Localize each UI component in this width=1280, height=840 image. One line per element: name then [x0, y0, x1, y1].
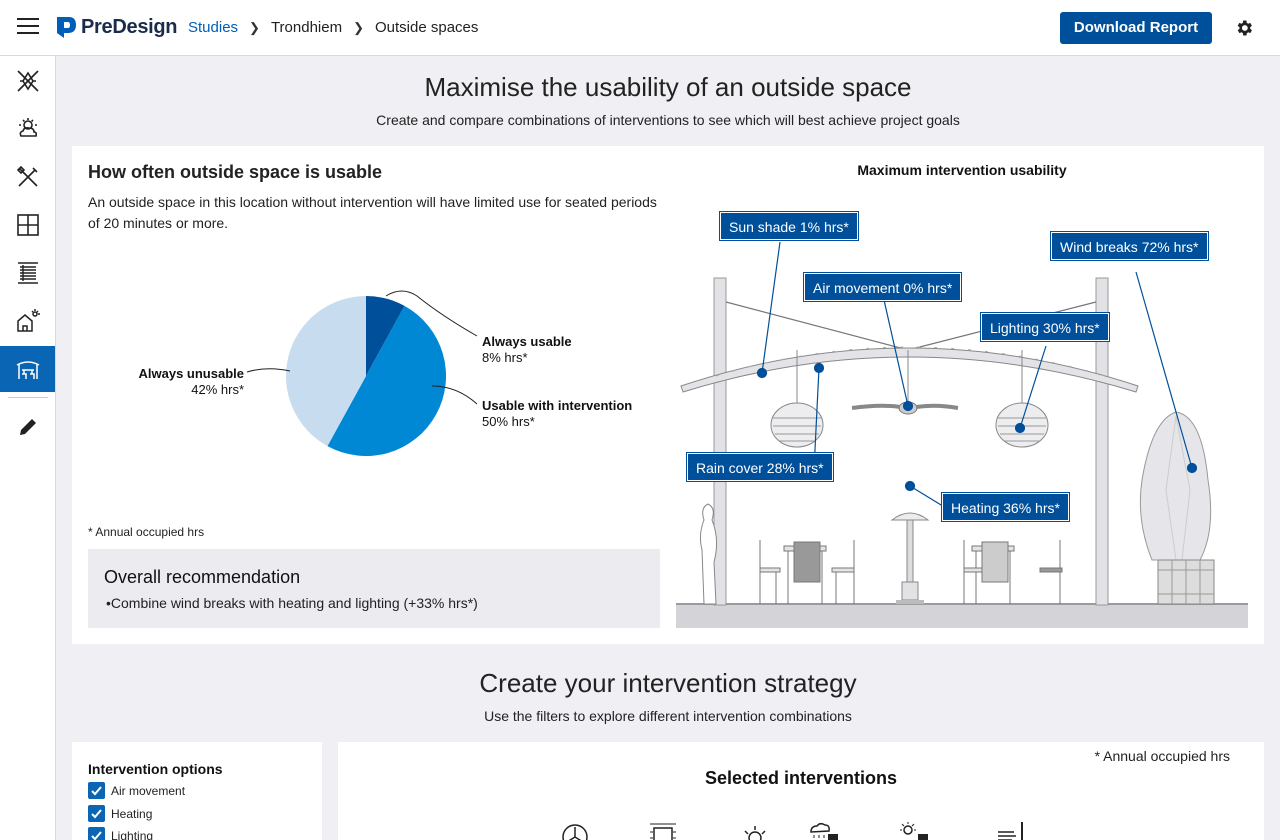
recommendation-item: •Combine wind breaks with heating and li… [106, 595, 478, 611]
wind-break-icon [998, 822, 1023, 840]
sidebar-item-tools[interactable] [0, 154, 55, 200]
selected-interventions-title: Selected interventions [704, 768, 898, 788]
selected-interventions-panel: * Annual occupied hrs Selected intervent… [338, 742, 1264, 840]
chevron-right-icon: ❯ [249, 19, 260, 35]
sun-shade-icon [900, 822, 928, 840]
options-title: Intervention options [88, 761, 223, 777]
site-analysis-icon [16, 70, 39, 92]
intervention-options-panel: Intervention options Air movement Heatin… [72, 742, 322, 840]
heater-icon [650, 823, 676, 840]
pie-value-always-usable: 8% hrs* [482, 350, 528, 365]
sun-shade-marker [756, 367, 768, 379]
predesign-logo-icon [57, 17, 76, 38]
page-subtitle: Create and compare combinations of inter… [376, 112, 960, 128]
air-movement-marker [902, 400, 914, 412]
sidebar-item-climate[interactable] [0, 106, 55, 152]
usability-card: How often outside space is usable An out… [72, 146, 1264, 644]
tools-icon [16, 165, 38, 187]
logo-text: PreDesign [81, 15, 178, 38]
leader-always-unusable [246, 368, 291, 373]
intervention-illustration: Sun shade 1% hrs* Air movement 0% hrs* L… [676, 190, 1248, 628]
sidebar-item-site[interactable] [0, 58, 55, 104]
strategy-subtitle: Use the filters to explore different int… [484, 708, 852, 724]
rain-cover-icon [810, 822, 838, 840]
edit-pencil-icon [19, 419, 36, 435]
sidebar-divider [8, 397, 48, 398]
wind-breaks-marker [1186, 462, 1198, 474]
option-label: Air movement [111, 783, 186, 798]
sidebar [0, 56, 56, 840]
checkbox-checked-icon[interactable] [88, 805, 105, 822]
heating-tag[interactable]: Heating 36% hrs* [941, 492, 1070, 522]
breadcrumb-studies[interactable]: Studies [188, 19, 238, 36]
menu-icon[interactable] [17, 18, 39, 36]
gear-icon[interactable] [1234, 18, 1254, 38]
air-movement-tag[interactable]: Air movement 0% hrs* [802, 272, 963, 302]
fan-icon [562, 824, 588, 840]
wind-breaks-tag[interactable]: Wind breaks 72% hrs* [1050, 231, 1209, 261]
illustration-title: Maximum intervention usability [857, 162, 1067, 178]
logo[interactable]: PreDesign [55, 15, 178, 39]
climate-icon [18, 118, 37, 137]
facade-icon [17, 262, 38, 284]
download-report-button[interactable]: Download Report [1060, 12, 1212, 44]
breadcrumb: Studies ❯ Trondhiem ❯ Outside spaces [188, 19, 478, 36]
chevron-right-icon: ❯ [353, 19, 364, 35]
lighting-marker [1014, 422, 1026, 434]
option-air-movement[interactable]: Air movement [88, 782, 185, 799]
light-bulb-icon [744, 826, 766, 840]
recommendation-title: Overall recommendation [104, 567, 301, 587]
option-heating[interactable]: Heating [88, 805, 152, 822]
strategy-title: Create your intervention strategy [479, 668, 857, 698]
sidebar-item-window[interactable] [0, 202, 55, 248]
pie-label-always-usable: Always usable [482, 334, 572, 349]
breadcrumb-location[interactable]: Trondhiem [271, 19, 342, 36]
rain-cover-tag[interactable]: Rain cover 28% hrs* [686, 452, 834, 482]
pie-label-always-unusable: Always unusable [139, 366, 244, 381]
pie-svg: Always usable 8% hrs* Usable with interv… [139, 290, 632, 456]
top-bar: PreDesign Studies ❯ Trondhiem ❯ Outside … [0, 0, 1280, 56]
usability-pie-chart: Always usable 8% hrs* Usable with interv… [72, 276, 672, 476]
sun-shade-tag[interactable]: Sun shade 1% hrs* [719, 211, 859, 241]
window-icon [16, 214, 39, 236]
house-solar-icon [16, 309, 40, 332]
usability-description: An outside space in this location withou… [88, 194, 657, 231]
pie-value-usable-intervention: 50% hrs* [482, 414, 535, 429]
sidebar-item-facade[interactable] [0, 250, 55, 296]
pie-value-always-unusable: 42% hrs* [191, 382, 244, 397]
annual-note-2: * Annual occupied hrs [1094, 748, 1230, 764]
sidebar-item-outside-spaces[interactable] [0, 346, 55, 392]
outside-spaces-icon [16, 361, 39, 379]
page-title: Maximise the usability of an outside spa… [424, 72, 912, 102]
option-label: Heating [111, 806, 153, 821]
rain-cover-marker [813, 362, 825, 374]
ground [676, 604, 1248, 628]
option-lighting[interactable]: Lighting [88, 827, 153, 840]
sidebar-item-edit[interactable] [0, 404, 55, 450]
annual-note: * Annual occupied hrs [88, 525, 205, 539]
sidebar-item-house[interactable] [0, 298, 55, 344]
checkbox-checked-icon[interactable] [88, 782, 105, 799]
usability-title: How often outside space is usable [88, 162, 383, 182]
lighting-tag[interactable]: Lighting 30% hrs* [980, 312, 1110, 342]
pie-label-usable-intervention: Usable with intervention [482, 398, 632, 413]
option-label: Lighting [111, 828, 154, 840]
breadcrumb-current: Outside spaces [375, 19, 479, 36]
checkbox-checked-icon[interactable] [88, 827, 105, 840]
recommendation-box: Overall recommendation •Combine wind bre… [88, 549, 660, 628]
heating-marker [904, 480, 916, 492]
